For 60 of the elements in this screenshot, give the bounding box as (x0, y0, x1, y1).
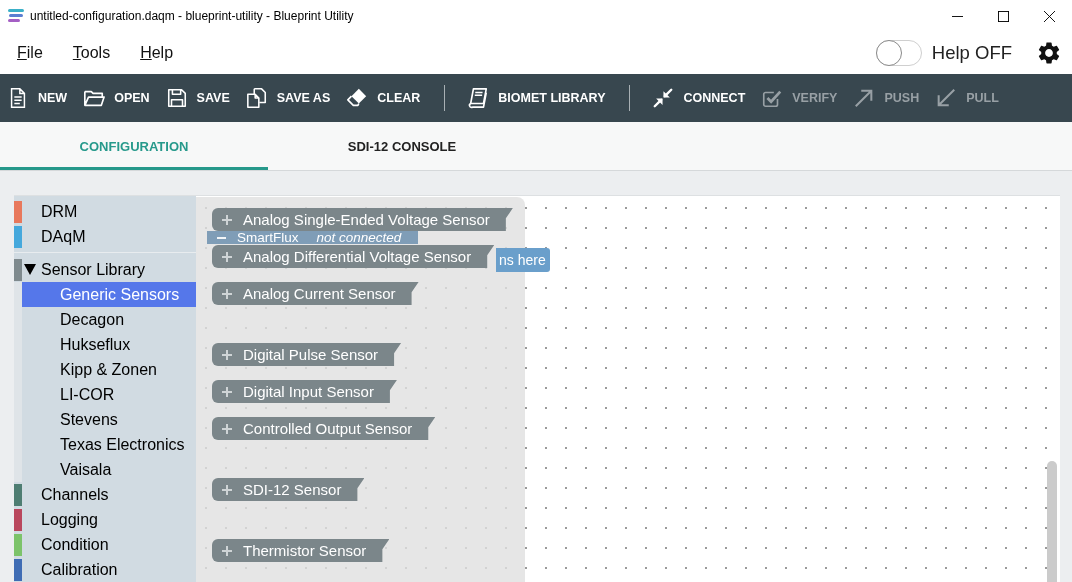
block-status: not connected (316, 231, 402, 244)
sensor-block[interactable]: Analog Single-Ended Voltage Sensor (212, 208, 513, 231)
clear-button[interactable]: CLEAR (346, 82, 421, 114)
biomet-library-button[interactable]: BIOMET LIBRARY (467, 82, 606, 114)
close-icon (1043, 10, 1055, 22)
tree-item[interactable]: Hukseflux (22, 332, 196, 357)
plus-icon (222, 386, 232, 397)
save-button[interactable]: SAVE (165, 82, 230, 114)
open-button[interactable]: OPEN (83, 82, 150, 114)
tree-item[interactable]: Sensor Library (22, 257, 196, 282)
block-title: SmartFlux (237, 231, 299, 244)
maximize-icon (997, 10, 1009, 22)
tree-item[interactable]: DRM (22, 199, 196, 224)
plus-icon (222, 251, 232, 262)
tree-item[interactable]: Calibration (22, 557, 196, 582)
sensor-block[interactable]: Analog Current Sensor (212, 282, 419, 305)
plus-icon (222, 349, 232, 360)
new-button[interactable]: NEW (7, 82, 68, 114)
tree-item[interactable]: Generic Sensors (22, 282, 196, 307)
plus-icon (222, 545, 232, 556)
menu-item[interactable]: Tools (57, 40, 126, 66)
sensor-block[interactable]: Digital Pulse Sensor (212, 343, 402, 366)
minus-icon[interactable] (217, 236, 226, 239)
tree-item[interactable]: Channels (22, 482, 196, 507)
plus-icon (222, 423, 232, 434)
settings-icon[interactable] (1036, 40, 1062, 66)
sensor-block[interactable]: SDI-12 Sensor (212, 478, 365, 501)
tree-item[interactable]: Vaisala (22, 457, 196, 482)
inward-arrows-icon (652, 87, 675, 109)
tree-item[interactable]: LI-COR (22, 382, 196, 407)
app-icon (8, 9, 24, 23)
plus-icon (222, 484, 232, 495)
sensor-block[interactable]: Analog Differential Voltage Sensor (212, 245, 495, 268)
tree-item[interactable]: Logging (22, 507, 196, 532)
documents-icon (245, 87, 268, 109)
plus-icon (222, 288, 232, 299)
arrow-down-left-icon (935, 87, 958, 109)
scrollbar[interactable] (1047, 461, 1057, 582)
menu-item[interactable]: Help (125, 40, 189, 66)
window-title: untitled-configuration.daqm - blueprint-utility - Blueprint Utility (30, 9, 354, 23)
sensor-block[interactable]: Thermistor Sensor (212, 539, 390, 562)
tree-item[interactable]: Kipp & Zonen (22, 357, 196, 382)
eraser-icon (346, 87, 369, 109)
save-as-button[interactable]: SAVE AS (245, 82, 331, 114)
tree-item[interactable]: Texas Electronics (22, 432, 196, 457)
tree-item[interactable]: Stevens (22, 407, 196, 432)
tree-item[interactable]: Decagon (22, 307, 196, 332)
help-toggle-label: Help OFF (931, 42, 1012, 64)
tree-item[interactable]: DAqM (22, 224, 196, 249)
book-icon (467, 87, 490, 109)
dotted-canvas[interactable] (196, 196, 1060, 582)
tree-item[interactable]: Condition (22, 532, 196, 557)
plus-icon (222, 214, 232, 225)
tab[interactable]: SDI-12 CONSOLE (268, 122, 536, 170)
connect-button[interactable]: CONNECT (652, 82, 746, 114)
help-toggle[interactable] (875, 40, 922, 66)
menu-item[interactable]: File (2, 40, 58, 66)
sensor-block[interactable]: Controlled Output Sensor (212, 417, 436, 440)
sensor-block[interactable]: Digital Input Sensor (212, 380, 397, 403)
caret-down-icon[interactable] (24, 264, 36, 275)
